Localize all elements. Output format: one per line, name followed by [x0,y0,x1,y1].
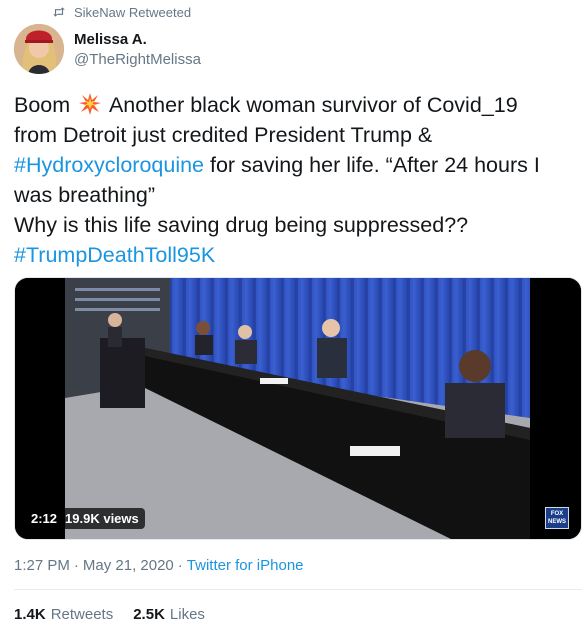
retweet-context-label: SikeNaw Retweeted [74,4,192,20]
video-player[interactable]: 2:12 19.9K views FOX NEWS [14,277,582,540]
tweet-line-6: #TrumpDeathToll95K [14,240,582,270]
video-views: 19.9K views [65,511,139,526]
tweet-line-3-rest: for saving her life. “After 24 hours I [204,153,540,177]
video-duration: 2:12 [31,511,58,526]
tweet-line-5: Why is this life saving drug being suppr… [14,213,469,237]
likes-stat[interactable]: 2.5K Likes [133,606,205,623]
tweet-time[interactable]: 1:27 PM [14,557,70,574]
tweet-text-boom: Boom [14,93,71,117]
tweet-line-2: from Detroit just credited President Tru… [14,123,433,147]
avatar[interactable] [14,24,64,74]
channel-logo: FOX NEWS [545,507,569,529]
likes-label: Likes [169,606,205,623]
retweets-count: 1.4K [14,606,46,623]
tweet-line-3: #Hydroxycloroquine for saving her life. … [14,150,582,180]
tweet-source-link[interactable]: Twitter for iPhone [187,557,304,574]
tweet-meta: 1:27 PM · May 21, 2020 · Twitter for iPh… [14,557,304,574]
meta-separator: · [73,557,79,574]
retweets-label: Retweets [50,606,114,623]
tweet-line-1: Boom Another black woman survivor of Cov… [14,90,582,120]
retweets-stat[interactable]: 1.4K Retweets [14,606,113,623]
author-display-name[interactable]: Melissa A. [74,30,201,50]
hashtag-trumpdeathtoll95k[interactable]: #TrumpDeathToll95K [14,243,215,267]
video-info-badge: 2:12 19.9K views [25,508,145,529]
collision-emoji-icon [79,93,102,115]
author-handle[interactable]: @TheRightMelissa [74,50,201,70]
tweet-stats: 1.4K Retweets 2.5K Likes [14,606,205,623]
hashtag-hydroxycloroquine[interactable]: #Hydroxycloroquine [14,153,204,177]
divider [14,589,582,590]
tweet-line-4: was breathing” [14,183,156,207]
meta-separator: · [177,557,183,574]
video-frame [15,278,581,539]
retweet-context[interactable]: SikeNaw Retweeted [52,4,191,20]
likes-count: 2.5K [133,606,165,623]
tweet-text-line1-rest: Another black woman survivor of Covid_19 [108,93,518,117]
tweet-date[interactable]: May 21, 2020 [83,557,174,574]
avatar-image [14,24,64,74]
author-block[interactable]: Melissa A. @TheRightMelissa [74,30,201,70]
tweet-text: Boom Another black woman survivor of Cov… [14,90,582,270]
retweet-icon [53,7,65,17]
